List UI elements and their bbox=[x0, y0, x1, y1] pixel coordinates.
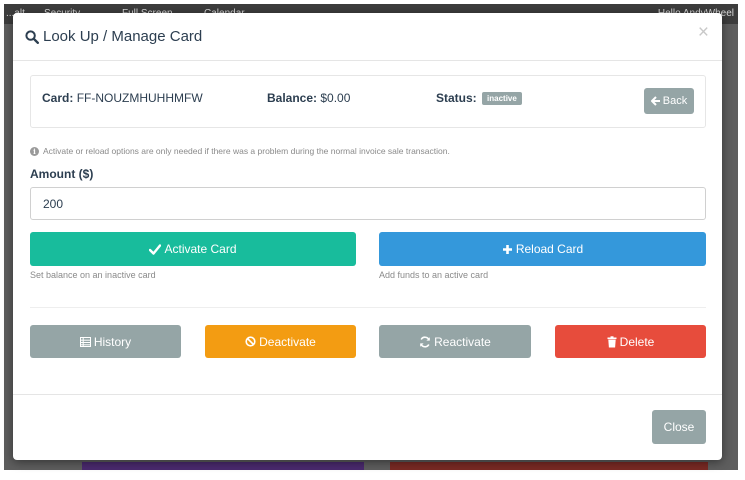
card-number: FF-NOUZMHUHHMFW bbox=[76, 91, 203, 105]
card-field: Card: FF-NOUZMHUHHMFW bbox=[42, 91, 203, 105]
status-label: Status: bbox=[436, 91, 477, 105]
close-icon[interactable]: × bbox=[698, 23, 709, 43]
balance-field: Balance: $0.00 bbox=[267, 91, 350, 105]
help-note-text: Activate or reload options are only need… bbox=[43, 146, 450, 156]
card-label: Card: bbox=[42, 91, 74, 105]
info-circle-icon: i bbox=[30, 146, 39, 156]
activate-help-text: Set balance on an inactive card bbox=[30, 270, 156, 280]
amount-label: Amount ($) bbox=[30, 167, 94, 181]
background-panel bbox=[390, 462, 708, 470]
amount-input[interactable] bbox=[30, 187, 706, 220]
status-badge: inactive bbox=[482, 92, 522, 105]
refresh-icon bbox=[420, 335, 430, 348]
reload-help-text: Add funds to an active card bbox=[379, 270, 489, 280]
history-label: History bbox=[93, 334, 132, 349]
reload-card-button[interactable]: Reload Card bbox=[379, 232, 706, 266]
manage-card-modal: Look Up / Manage Card × Card: FF-NOUZMHU… bbox=[13, 13, 722, 460]
deactivate-button[interactable]: Deactivate bbox=[205, 325, 356, 358]
modal-title-text: Look Up / Manage Card bbox=[43, 28, 203, 45]
modal-footer-divider bbox=[13, 394, 722, 395]
modal-title: Look Up / Manage Card bbox=[25, 28, 202, 45]
card-info-panel: Card: FF-NOUZMHUHHMFW Balance: $0.00 Sta… bbox=[30, 75, 706, 128]
background-panel bbox=[82, 462, 364, 470]
back-label: Back bbox=[662, 95, 688, 107]
delete-label: Delete bbox=[619, 334, 655, 349]
list-icon bbox=[79, 336, 91, 347]
reactivate-label: Reactivate bbox=[434, 334, 491, 349]
search-icon bbox=[25, 29, 39, 44]
close-button[interactable]: Close bbox=[652, 410, 706, 444]
ban-icon bbox=[245, 336, 256, 347]
check-icon bbox=[149, 243, 162, 255]
reactivate-button[interactable]: Reactivate bbox=[379, 325, 531, 358]
reload-card-label: Reload Card bbox=[515, 242, 584, 256]
balance-value: $0.00 bbox=[320, 91, 351, 105]
section-divider bbox=[30, 307, 706, 308]
history-button[interactable]: History bbox=[30, 325, 181, 358]
back-button[interactable]: Back bbox=[644, 88, 694, 114]
plus-icon bbox=[502, 244, 512, 254]
delete-button[interactable]: Delete bbox=[555, 325, 706, 358]
help-note: i Activate or reload options are only ne… bbox=[30, 146, 450, 156]
activate-card-label: Activate Card bbox=[164, 242, 237, 256]
arrow-left-icon bbox=[650, 96, 660, 106]
status-field: Status: inactive bbox=[436, 91, 522, 105]
deactivate-label: Deactivate bbox=[259, 334, 316, 349]
balance-label: Balance: bbox=[267, 91, 318, 105]
trash-icon bbox=[607, 335, 617, 347]
modal-header: Look Up / Manage Card × bbox=[13, 13, 722, 61]
activate-card-button[interactable]: Activate Card bbox=[30, 232, 356, 266]
